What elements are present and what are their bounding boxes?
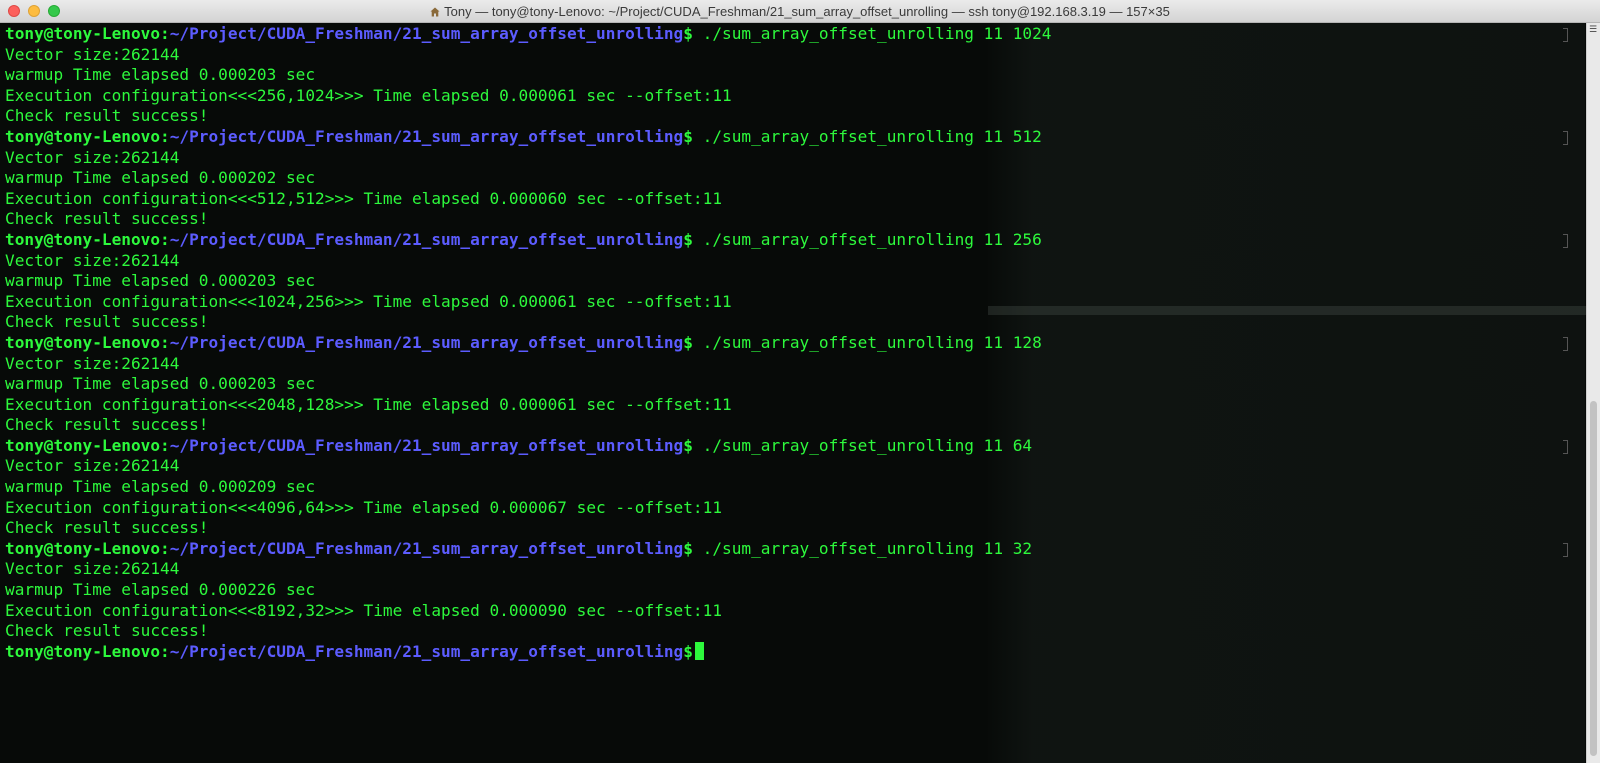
terminal-window: Tony — tony@tony-Lenovo: ~/Project/CUDA_…: [0, 0, 1600, 763]
warmup-time-line: warmup Time elapsed 0.000202 sec: [5, 168, 316, 188]
check-result-line: Check result success!: [5, 312, 209, 332]
scroll-menu-icon[interactable]: ☰: [1589, 26, 1598, 35]
check-result-line: Check result success!: [5, 621, 209, 641]
prompt-user: tony@tony-Lenovo:: [5, 538, 170, 558]
vector-size-line: Vector size:262144: [5, 456, 180, 476]
execution-config-line: Execution configuration<<<256,1024>>> Ti…: [5, 85, 732, 105]
check-result-line: Check result success!: [5, 209, 209, 229]
command-text: ./sum_array_offset_unrolling 11 256: [692, 229, 1042, 249]
prompt-user: tony@tony-Lenovo:: [5, 641, 170, 661]
prompt-line: tony@tony-Lenovo:~/Project/CUDA_Freshman…: [5, 127, 1051, 148]
prompt-user: tony@tony-Lenovo:: [5, 332, 170, 352]
execution-config-line: Execution configuration<<<8192,32>>> Tim…: [5, 600, 723, 620]
prompt-line: tony@tony-Lenovo:~/Project/CUDA_Freshman…: [5, 539, 1051, 560]
command-text: ./sum_array_offset_unrolling 11 128: [692, 332, 1042, 352]
command-text: ./sum_array_offset_unrolling 11 32: [692, 538, 1033, 558]
prompt-path: ~/Project/CUDA_Freshman/21_sum_array_off…: [169, 538, 684, 558]
prompt-user: tony@tony-Lenovo:: [5, 435, 170, 455]
mark-bracket: [1563, 543, 1568, 557]
terminal-output: tony@tony-Lenovo:~/Project/CUDA_Freshman…: [5, 24, 1051, 662]
prompt-user: tony@tony-Lenovo:: [5, 229, 170, 249]
prompt-user: tony@tony-Lenovo:: [5, 24, 170, 43]
prompt-symbol: $: [683, 538, 693, 558]
prompt-path: ~/Project/CUDA_Freshman/21_sum_array_off…: [169, 229, 684, 249]
prompt-path: ~/Project/CUDA_Freshman/21_sum_array_off…: [169, 641, 684, 661]
warmup-time-line: warmup Time elapsed 0.000209 sec: [5, 477, 316, 497]
mark-bracket: [1563, 234, 1568, 248]
execution-config-line: Execution configuration<<<4096,64>>> Tim…: [5, 497, 723, 517]
current-prompt-line: tony@tony-Lenovo:~/Project/CUDA_Freshman…: [5, 641, 1051, 663]
warmup-time-line: warmup Time elapsed 0.000203 sec: [5, 271, 316, 291]
check-result-line: Check result success!: [5, 106, 209, 126]
warmup-time-line: warmup Time elapsed 0.000203 sec: [5, 65, 316, 85]
background-ghost-bar: [988, 306, 1586, 315]
prompt-symbol: $: [683, 24, 693, 43]
check-result-line: Check result success!: [5, 518, 209, 538]
window-title-area: Tony — tony@tony-Lenovo: ~/Project/CUDA_…: [0, 0, 1600, 23]
warmup-time-line: warmup Time elapsed 0.000203 sec: [5, 374, 316, 394]
prompt-line: tony@tony-Lenovo:~/Project/CUDA_Freshman…: [5, 436, 1051, 457]
terminal-content[interactable]: tony@tony-Lenovo:~/Project/CUDA_Freshman…: [0, 23, 1586, 763]
command-text: ./sum_array_offset_unrolling 11 512: [692, 126, 1042, 146]
prompt-symbol: $: [683, 641, 693, 661]
execution-config-line: Execution configuration<<<512,512>>> Tim…: [5, 188, 723, 208]
vector-size-line: Vector size:262144: [5, 250, 180, 270]
home-icon: [430, 7, 440, 17]
mark-bracket: [1563, 28, 1568, 42]
command-text: ./sum_array_offset_unrolling 11 1024: [692, 24, 1052, 43]
prompt-symbol: $: [683, 332, 693, 352]
execution-config-line: Execution configuration<<<2048,128>>> Ti…: [5, 394, 732, 414]
title-bar[interactable]: Tony — tony@tony-Lenovo: ~/Project/CUDA_…: [0, 0, 1600, 23]
prompt-path: ~/Project/CUDA_Freshman/21_sum_array_off…: [169, 435, 684, 455]
vector-size-line: Vector size:262144: [5, 147, 180, 167]
prompt-path: ~/Project/CUDA_Freshman/21_sum_array_off…: [169, 332, 684, 352]
prompt-line: tony@tony-Lenovo:~/Project/CUDA_Freshman…: [5, 230, 1051, 251]
vector-size-line: Vector size:262144: [5, 44, 180, 64]
prompt-symbol: $: [683, 229, 693, 249]
prompt-path: ~/Project/CUDA_Freshman/21_sum_array_off…: [169, 24, 684, 43]
mark-bracket: [1563, 131, 1568, 145]
prompt-user: tony@tony-Lenovo:: [5, 126, 170, 146]
execution-config-line: Execution configuration<<<1024,256>>> Ti…: [5, 291, 732, 311]
scrollbar-thumb[interactable]: [1590, 401, 1597, 756]
prompt-path: ~/Project/CUDA_Freshman/21_sum_array_off…: [169, 126, 684, 146]
background-window-ghost: [985, 23, 1585, 763]
vector-size-line: Vector size:262144: [5, 559, 180, 579]
check-result-line: Check result success!: [5, 415, 209, 435]
prompt-symbol: $: [683, 126, 693, 146]
warmup-time-line: warmup Time elapsed 0.000226 sec: [5, 580, 316, 600]
prompt-line: tony@tony-Lenovo:~/Project/CUDA_Freshman…: [5, 24, 1051, 45]
prompt-symbol: $: [683, 435, 693, 455]
command-text: ./sum_array_offset_unrolling 11 64: [692, 435, 1033, 455]
mark-bracket: [1563, 337, 1568, 351]
prompt-line: tony@tony-Lenovo:~/Project/CUDA_Freshman…: [5, 333, 1051, 354]
mark-bracket: [1563, 440, 1568, 454]
vector-size-line: Vector size:262144: [5, 353, 180, 373]
window-title: Tony — tony@tony-Lenovo: ~/Project/CUDA_…: [444, 4, 1170, 19]
scrollbar[interactable]: ☰: [1586, 23, 1600, 763]
text-cursor[interactable]: [694, 641, 704, 660]
